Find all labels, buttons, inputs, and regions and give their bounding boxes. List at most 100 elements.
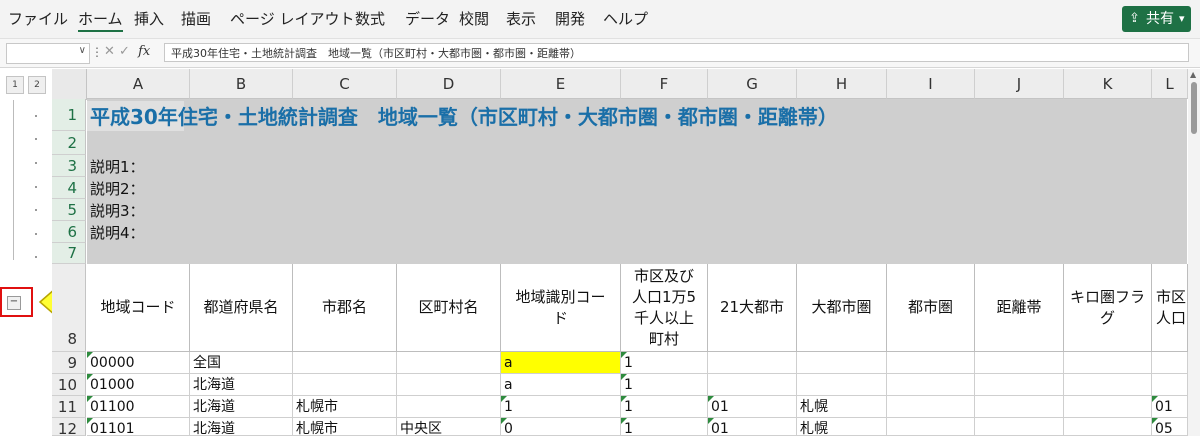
menu-view[interactable]: 表示: [506, 8, 536, 30]
formula-input[interactable]: 平成30年住宅・土地統計調査 地域一覧（市区町村・大都市圏・都市圏・距離帯）: [164, 43, 1189, 62]
table-cell[interactable]: 01: [708, 396, 797, 418]
table-cell[interactable]: a: [501, 374, 621, 396]
menu-page-layout[interactable]: ページ レイアウト: [230, 8, 354, 30]
header-cell-cities-15k[interactable]: 市区及び 人口1万5 千人以上 町村: [621, 264, 708, 352]
description-1[interactable]: 説明1：: [90, 156, 145, 177]
table-cell[interactable]: [1152, 374, 1188, 396]
table-cell[interactable]: 00000: [87, 352, 190, 374]
table-cell[interactable]: [1064, 374, 1152, 396]
table-cell-highlighted[interactable]: a: [501, 352, 621, 374]
column-header-f[interactable]: F: [621, 69, 708, 99]
table-cell[interactable]: 北海道: [190, 418, 293, 436]
menu-formulas[interactable]: 数式: [355, 8, 385, 30]
table-cell[interactable]: 札幌: [797, 418, 887, 436]
table-cell[interactable]: 北海道: [190, 374, 293, 396]
header-cell-region-id-code[interactable]: 地域識別コード: [501, 264, 621, 352]
row-header-6[interactable]: 6: [52, 221, 86, 243]
table-cell[interactable]: [975, 374, 1064, 396]
description-3[interactable]: 説明3：: [90, 200, 145, 221]
column-header-l[interactable]: L: [1152, 69, 1188, 99]
insert-function-icon[interactable]: fx: [138, 44, 150, 59]
outline-level-1-button[interactable]: 1: [6, 76, 24, 94]
cancel-icon[interactable]: ✕: [104, 44, 115, 59]
table-cell[interactable]: 01000: [87, 374, 190, 396]
header-cell-21-major-cities[interactable]: 21大都市: [708, 264, 797, 352]
table-cell[interactable]: [293, 374, 397, 396]
table-cell[interactable]: 05: [1152, 418, 1188, 436]
table-cell[interactable]: 札幌市: [293, 418, 397, 436]
table-cell[interactable]: 全国: [190, 352, 293, 374]
description-4[interactable]: 説明4：: [90, 222, 145, 243]
column-header-c[interactable]: C: [293, 69, 397, 99]
table-cell[interactable]: 1: [621, 418, 708, 436]
header-cell-prefecture[interactable]: 都道府県名: [190, 264, 293, 352]
sheet-title[interactable]: 平成30年住宅・土地統計調査 地域一覧（市区町村・大都市圏・都市圏・距離帯）: [90, 103, 838, 131]
header-cell-cities-population[interactable]: 市区 人口: [1152, 264, 1188, 352]
table-cell[interactable]: 北海道: [190, 396, 293, 418]
header-cell-region-code[interactable]: 地域コード: [87, 264, 190, 352]
table-cell[interactable]: [1064, 352, 1152, 374]
name-box[interactable]: ∨: [6, 43, 90, 64]
scrollbar-thumb[interactable]: [1191, 82, 1197, 134]
scroll-up-icon[interactable]: ▲: [1190, 70, 1196, 79]
column-header-a[interactable]: A: [87, 69, 190, 99]
row-header-8[interactable]: 8: [52, 264, 86, 352]
table-cell[interactable]: [887, 418, 975, 436]
table-cell[interactable]: [293, 352, 397, 374]
menu-home[interactable]: ホーム: [78, 8, 123, 32]
header-cell-distance-band[interactable]: 距離帯: [975, 264, 1064, 352]
description-2[interactable]: 説明2：: [90, 178, 145, 199]
table-cell[interactable]: [397, 352, 501, 374]
menu-draw[interactable]: 描画: [181, 8, 211, 30]
table-cell[interactable]: [975, 418, 1064, 436]
column-header-g[interactable]: G: [708, 69, 797, 99]
table-cell[interactable]: 1: [621, 396, 708, 418]
menu-insert[interactable]: 挿入: [134, 8, 164, 30]
table-cell[interactable]: [1064, 396, 1152, 418]
row-header-7[interactable]: 7: [52, 243, 86, 264]
header-cell-km-zone-flag[interactable]: キロ圏フラグ: [1064, 264, 1152, 352]
menu-data[interactable]: データ: [405, 8, 450, 30]
row-header-2[interactable]: 2: [52, 131, 86, 155]
table-cell[interactable]: [975, 352, 1064, 374]
table-cell[interactable]: [975, 396, 1064, 418]
column-header-b[interactable]: B: [190, 69, 293, 99]
table-cell[interactable]: [708, 352, 797, 374]
row-header-12[interactable]: 12: [52, 418, 86, 438]
table-cell[interactable]: 札幌: [797, 396, 887, 418]
table-cell[interactable]: [397, 396, 501, 418]
header-cell-ward-town[interactable]: 区町村名: [397, 264, 501, 352]
enter-icon[interactable]: ✓: [119, 44, 130, 59]
header-cell-metro-area[interactable]: 大都市圏: [797, 264, 887, 352]
column-header-j[interactable]: J: [975, 69, 1064, 99]
table-cell[interactable]: 1: [621, 374, 708, 396]
row-header-10[interactable]: 10: [52, 374, 86, 396]
select-all-corner[interactable]: [52, 69, 87, 100]
menu-file[interactable]: ファイル: [8, 8, 68, 30]
row-header-5[interactable]: 5: [52, 199, 86, 221]
table-cell[interactable]: 中央区: [397, 418, 501, 436]
table-cell[interactable]: [1152, 352, 1188, 374]
table-cell[interactable]: 0: [501, 418, 621, 436]
table-cell[interactable]: 01: [1152, 396, 1188, 418]
more-options-icon[interactable]: ⋮: [91, 45, 103, 59]
menu-review[interactable]: 校閲: [459, 8, 489, 30]
table-cell[interactable]: 札幌市: [293, 396, 397, 418]
table-cell[interactable]: 01100: [87, 396, 190, 418]
column-header-i[interactable]: I: [887, 69, 975, 99]
header-cell-urban-area[interactable]: 都市圏: [887, 264, 975, 352]
column-header-h[interactable]: H: [797, 69, 887, 99]
column-header-k[interactable]: K: [1064, 69, 1152, 99]
table-cell[interactable]: [887, 396, 975, 418]
table-cell[interactable]: [797, 374, 887, 396]
header-cell-city-county[interactable]: 市郡名: [293, 264, 397, 352]
table-cell[interactable]: 1: [501, 396, 621, 418]
share-button[interactable]: ⇪ 共有 ▾: [1122, 6, 1191, 32]
table-cell[interactable]: [887, 374, 975, 396]
row-header-3[interactable]: 3: [52, 155, 86, 177]
row-header-1[interactable]: 1: [52, 99, 86, 131]
table-cell[interactable]: [708, 374, 797, 396]
menu-developer[interactable]: 開発: [555, 8, 585, 30]
row-header-9[interactable]: 9: [52, 352, 86, 374]
table-cell[interactable]: 01: [708, 418, 797, 436]
